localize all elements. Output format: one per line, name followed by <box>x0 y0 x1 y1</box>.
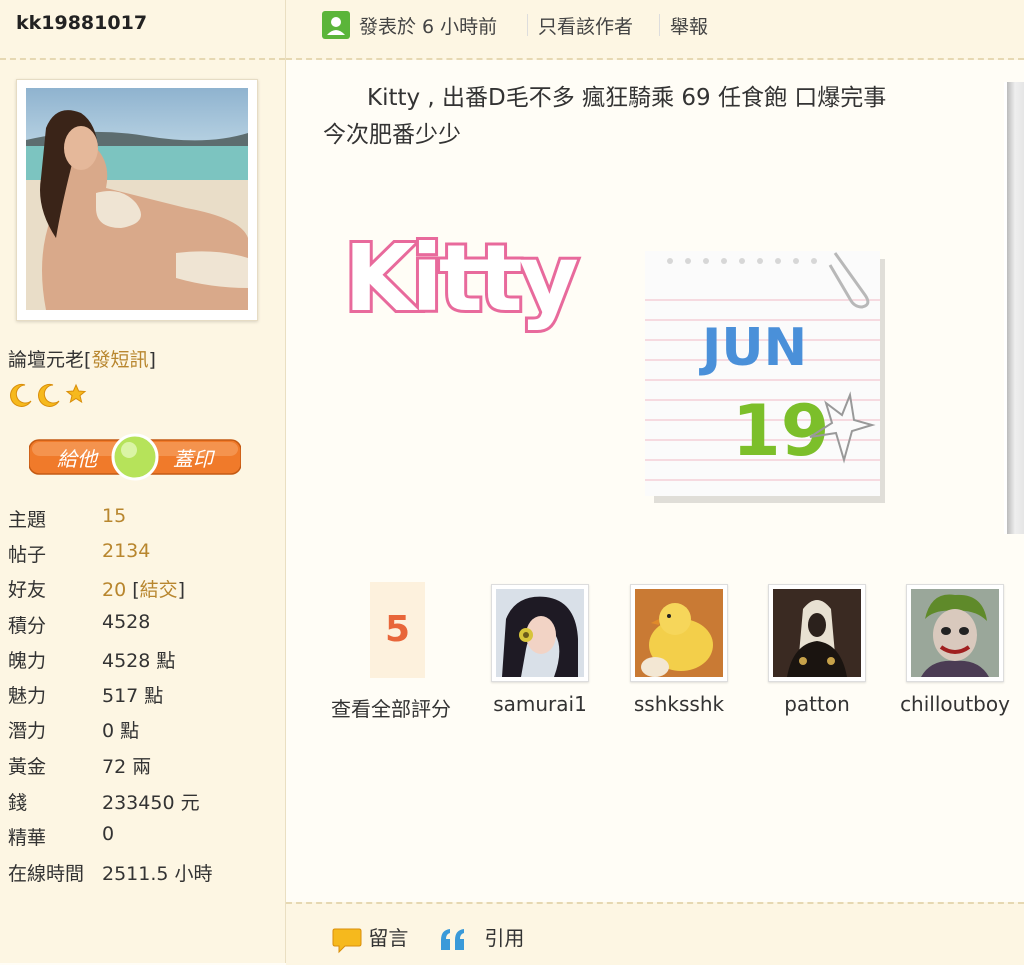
add-friend-link[interactable]: 結交 <box>140 579 178 601</box>
rater-item[interactable]: patton <box>747 584 887 716</box>
stat-value: 0 <box>102 823 115 845</box>
quote-label: 引用 <box>484 926 525 950</box>
stat-label: 精華 <box>8 827 47 849</box>
stamp-right-text: 蓋印 <box>173 447 216 471</box>
stat-row: 黃金 72 兩 <box>8 752 278 782</box>
send-pm-link[interactable]: 發短訊 <box>91 349 148 371</box>
stat-label: 潛力 <box>8 720 47 742</box>
post-actions-bar: 留言 引用 <box>286 902 1024 965</box>
quote-icon <box>441 928 464 950</box>
divider <box>0 58 285 60</box>
stamp-button[interactable]: 給他 蓋印 <box>28 432 242 482</box>
post-meta-bar: 發表於 6 小時前 只看該作者 舉報 <box>286 0 1024 60</box>
stat-row: 潛力 0 點 <box>8 716 278 746</box>
comment-label: 留言 <box>368 926 409 950</box>
star-icon <box>65 383 87 404</box>
stat-row: 精華 0 <box>8 823 278 853</box>
post-text-line: 今次肥番少少 <box>323 122 461 148</box>
stamp-left-text: 給他 <box>57 447 99 471</box>
stat-label: 魅力 <box>8 685 47 707</box>
calendar-day: 19 <box>732 390 829 472</box>
stat-value: 4528 <box>102 611 151 633</box>
author-avatar[interactable] <box>16 79 258 321</box>
stat-row: 積分 4528 <box>8 611 278 641</box>
stat-label: 錢 <box>8 792 28 814</box>
stat-label: 好友 <box>8 579 47 601</box>
comment-icon <box>332 928 362 953</box>
user-post-icon <box>322 11 350 39</box>
rating-count[interactable]: 5 <box>370 582 425 678</box>
post-content: Kitty , 出番D毛不多 瘋狂騎乘 69 任食飽 口爆完事 今次肥番少少 <box>323 80 983 154</box>
stat-value[interactable]: 2134 <box>102 540 150 562</box>
rater-avatar[interactable] <box>630 584 728 682</box>
kitty-logo-image: Kitty <box>341 222 585 335</box>
stat-value: 0 點 <box>102 720 140 742</box>
rater-item[interactable]: samurai1 <box>470 584 610 716</box>
post-time: 發表於 6 小時前 <box>359 16 498 38</box>
rater-name[interactable]: chilloutboy <box>885 692 1024 716</box>
stat-label: 在線時間 <box>8 863 85 885</box>
rater-avatar[interactable] <box>906 584 1004 682</box>
rater-name[interactable]: samurai1 <box>470 692 610 716</box>
post-text-line: Kitty , 出番D毛不多 瘋狂騎乘 69 任食飽 口爆完事 <box>367 85 887 111</box>
kitty-logo-text: Kitty <box>344 225 578 332</box>
stat-label: 帖子 <box>8 544 47 566</box>
rater-item[interactable]: chilloutboy <box>885 584 1024 716</box>
author-username[interactable]: kk19881017 <box>16 12 147 34</box>
moon-icon <box>10 383 32 407</box>
rater-avatar[interactable] <box>491 584 589 682</box>
stat-row: 好友 20 [結交] <box>8 575 278 605</box>
stat-label: 黃金 <box>8 756 47 778</box>
moon-icon <box>38 383 60 407</box>
rater-item[interactable]: sshksshk <box>609 584 749 716</box>
rank-icons <box>8 382 88 408</box>
author-sidebar: kk19881017 論壇元老[發短訊] 給他 蓋印 主題 15 帖子 2134… <box>0 0 286 963</box>
stat-label: 主題 <box>8 509 47 531</box>
view-all-ratings-link[interactable]: 查看全部評分 <box>331 693 451 722</box>
stat-label: 魄力 <box>8 650 47 672</box>
stat-value: 72 兩 <box>102 756 152 778</box>
separator <box>527 14 528 36</box>
comment-button[interactable]: 留言 <box>332 922 408 954</box>
stat-value: 20 [結交] <box>102 579 186 601</box>
author-rank: 論壇元老[發短訊] <box>8 349 156 371</box>
separator <box>659 14 660 36</box>
stat-value: 2511.5 小時 <box>102 863 213 885</box>
adjacent-image-edge <box>1004 82 1024 534</box>
stat-value[interactable]: 15 <box>102 505 126 527</box>
avatar-photo <box>26 88 248 310</box>
stat-value: 517 點 <box>102 685 164 707</box>
rater-name[interactable]: sshksshk <box>609 692 749 716</box>
stat-value: 4528 點 <box>102 650 176 672</box>
stat-value: 233450 元 <box>102 792 200 814</box>
rater-avatar[interactable] <box>768 584 866 682</box>
calendar-month: JUN <box>699 318 807 378</box>
report-link[interactable]: 舉報 <box>670 12 708 39</box>
stat-row: 主題 15 <box>8 505 278 535</box>
stat-label: 積分 <box>8 615 47 637</box>
quote-button[interactable]: 引用 <box>438 922 524 954</box>
stat-row: 魅力 517 點 <box>8 681 278 711</box>
stat-row: 帖子 2134 <box>8 540 278 570</box>
calendar-image: JUN 19 <box>645 251 885 503</box>
stat-row: 錢 233450 元 <box>8 788 278 818</box>
rater-name[interactable]: patton <box>747 692 887 716</box>
rank-title: 論壇元老 <box>8 349 85 371</box>
stat-row: 魄力 4528 點 <box>8 646 278 676</box>
friends-count-link[interactable]: 20 <box>102 579 126 601</box>
stat-row: 在線時間 2511.5 小時 <box>8 859 278 889</box>
only-author-link[interactable]: 只看該作者 <box>538 12 633 39</box>
